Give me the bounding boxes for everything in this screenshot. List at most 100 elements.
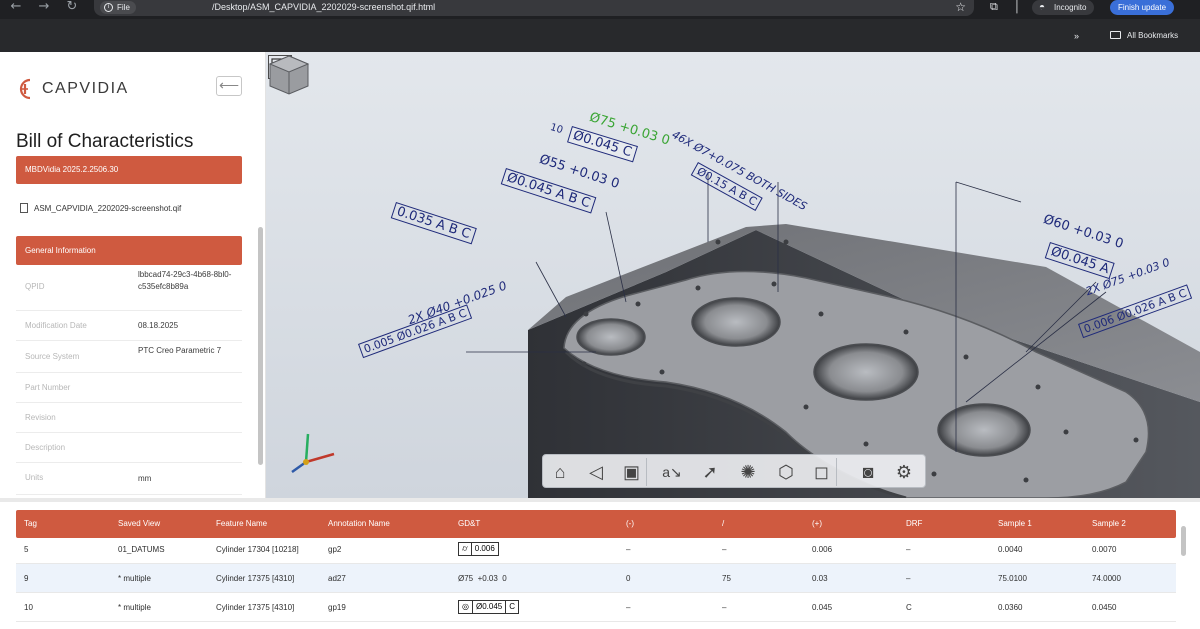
- characteristics-table: Tag Saved View Feature Name Annotation N…: [0, 498, 1200, 629]
- info-label: Modification Date: [25, 321, 87, 330]
- cube-outline-icon[interactable]: ◻: [807, 458, 837, 486]
- info-label: Part Number: [25, 383, 71, 392]
- cad-model-render: [266, 52, 1200, 498]
- cell-nominal: –: [722, 603, 727, 612]
- info-row-qpid: QPID lbbcad74-29c3-4b68-8bl0-c535efc8b89…: [16, 265, 242, 311]
- info-label: QPID: [25, 282, 45, 291]
- table-header: Tag Saved View Feature Name Annotation N…: [16, 510, 1176, 538]
- capvidia-logo-icon: [19, 78, 31, 100]
- info-label: Description: [25, 443, 66, 452]
- cell-drf: –: [906, 574, 911, 583]
- settings-icon[interactable]: ⚙: [889, 458, 919, 486]
- info-label: Revision: [25, 413, 56, 422]
- column-header[interactable]: Sample 2: [1092, 510, 1126, 538]
- select-arrow-icon[interactable]: ➚: [695, 458, 725, 486]
- incognito-icon: ◓: [1039, 2, 1046, 13]
- cell-plus: 0.006: [812, 545, 833, 554]
- info-value: lbbcad74-29c3-4b68-8bl0-c535efc8b89a: [138, 270, 232, 291]
- cell-drf: –: [906, 545, 911, 554]
- url-text[interactable]: /Desktop/ASM_CAPVIDIA_2202029-screenshot…: [212, 1, 435, 14]
- explode-icon[interactable]: ✺: [733, 458, 763, 486]
- feature-control-frame: ⌭ 0.006: [458, 542, 499, 556]
- panel-scrollbar[interactable]: [258, 227, 263, 465]
- cell-sample-2: 0.0070: [1092, 545, 1117, 554]
- info-value: PTC Creo Parametric 7: [138, 346, 222, 355]
- all-bookmarks-label: All Bookmarks: [1127, 31, 1179, 40]
- camera-icon[interactable]: ◙: [853, 458, 883, 486]
- table-row[interactable]: 10 * multiple Cylinder 17375 [4310] gp19…: [16, 593, 1176, 622]
- bookmarks-overflow-icon[interactable]: »: [1074, 30, 1079, 42]
- viewer-toolbar: ⌂ ◁ ▣ a↘ ➚ ✺ ⬡ ◻ ◙ ⚙: [542, 454, 926, 488]
- column-header[interactable]: /: [722, 510, 724, 538]
- bill-of-characteristics-panel: CAPVIDIA ⟵ Bill of Characteristics MBDVi…: [0, 52, 266, 498]
- cell-minus: –: [626, 545, 631, 554]
- table-scrollbar[interactable]: [1180, 514, 1187, 622]
- view-direction-icon[interactable]: ◁: [581, 458, 611, 486]
- cell-saved-view: * multiple: [118, 603, 151, 612]
- cell-feature-name: Cylinder 17304 [10218]: [216, 545, 299, 554]
- column-header[interactable]: (+): [812, 510, 822, 538]
- model-viewport[interactable]: Ø75 +0.03 0 10 Ø0.045 C 46X Ø7+0.075 BOT…: [266, 52, 1200, 498]
- finish-update-button[interactable]: Finish update: [1110, 0, 1175, 15]
- info-row-source-system: Source System PTC Creo Parametric 7: [16, 341, 242, 373]
- cell-minus: 0: [626, 574, 631, 583]
- annotation-icon[interactable]: a↘: [657, 458, 687, 486]
- column-header[interactable]: GD&T: [458, 510, 480, 538]
- cell-annotation-name: gp19: [328, 603, 346, 612]
- address-bar[interactable]: i File /Desktop/ASM_CAPVIDIA_2202029-scr…: [94, 0, 974, 16]
- info-icon: i: [104, 3, 113, 12]
- column-header[interactable]: DRF: [906, 510, 922, 538]
- column-header[interactable]: Feature Name: [216, 510, 267, 538]
- scheme-label: File: [117, 3, 130, 12]
- table-row[interactable]: 5 01_DATUMS Cylinder 17304 [10218] gp2 ⌭…: [16, 535, 1176, 564]
- table-row[interactable]: 9 * multiple Cylinder 17375 [4310] ad27 …: [16, 564, 1176, 593]
- collapse-panel-button[interactable]: ⟵: [216, 76, 242, 96]
- general-information-header[interactable]: General Information: [16, 236, 242, 265]
- folder-icon: [1110, 31, 1121, 39]
- forward-nav-button[interactable]: →: [36, 0, 52, 14]
- info-value: 08.18.2025: [138, 321, 179, 330]
- info-value: mm: [138, 474, 152, 483]
- gdt-symbol: ◎: [459, 601, 473, 613]
- info-label: Units: [25, 473, 44, 482]
- view-cube-icon[interactable]: [266, 52, 312, 98]
- feature-control-frame: ◎ Ø0.045 C: [458, 600, 520, 614]
- info-label: Source System: [25, 352, 80, 361]
- back-nav-button[interactable]: ←: [8, 0, 24, 14]
- scrollbar-thumb[interactable]: [1181, 526, 1186, 556]
- cell-feature-name: Cylinder 17375 [4310]: [216, 574, 295, 583]
- cell-tag: 10: [24, 603, 33, 612]
- column-header[interactable]: Saved View: [118, 510, 160, 538]
- file-entry[interactable]: ASM_CAPVIDIA_2202029-screenshot.qif: [20, 202, 181, 216]
- column-header[interactable]: Annotation Name: [328, 510, 390, 538]
- version-bar: MBDVidia 2025.2.2506.30: [16, 156, 242, 184]
- cell-minus: –: [626, 603, 631, 612]
- solid-box-icon[interactable]: ▣: [617, 458, 647, 486]
- cell-annotation-name: gp2: [328, 545, 342, 554]
- assembly-icon[interactable]: ⬡: [771, 458, 801, 486]
- cell-sample-1: 0.0040: [998, 545, 1023, 554]
- cell-drf: C: [906, 603, 912, 612]
- column-header[interactable]: Sample 1: [998, 510, 1032, 538]
- home-icon[interactable]: ⌂: [545, 458, 575, 486]
- info-row-description: Description: [16, 433, 242, 463]
- column-header[interactable]: (-): [626, 510, 634, 538]
- cell-sample-1: 75.0100: [998, 574, 1027, 583]
- star-icon[interactable]: ☆: [955, 0, 966, 15]
- reload-button[interactable]: ↻: [64, 0, 80, 14]
- browser-toolbar: ← → ↻ i File /Desktop/ASM_CAPVIDIA_22020…: [0, 0, 1200, 19]
- cell-saved-view: * multiple: [118, 574, 151, 583]
- site-info-chip[interactable]: i File: [100, 1, 136, 14]
- column-header[interactable]: Tag: [24, 510, 37, 538]
- info-row-part-number: Part Number: [16, 373, 242, 403]
- browser-chrome: ← → ↻ i File /Desktop/ASM_CAPVIDIA_22020…: [0, 0, 1200, 52]
- file-name: ASM_CAPVIDIA_2202029-screenshot.qif: [34, 204, 182, 213]
- screen-cast-icon[interactable]: ⧉: [990, 0, 998, 14]
- cell-nominal: –: [722, 545, 727, 554]
- incognito-chip[interactable]: ◓ Incognito: [1032, 0, 1095, 15]
- cell-sample-2: 0.0450: [1092, 603, 1117, 612]
- all-bookmarks-button[interactable]: All Bookmarks: [1110, 30, 1178, 42]
- cell-nominal: 75: [722, 574, 731, 583]
- cell-tag: 5: [24, 545, 29, 554]
- cell-gdt: Ø75 +0.03 0: [458, 574, 507, 583]
